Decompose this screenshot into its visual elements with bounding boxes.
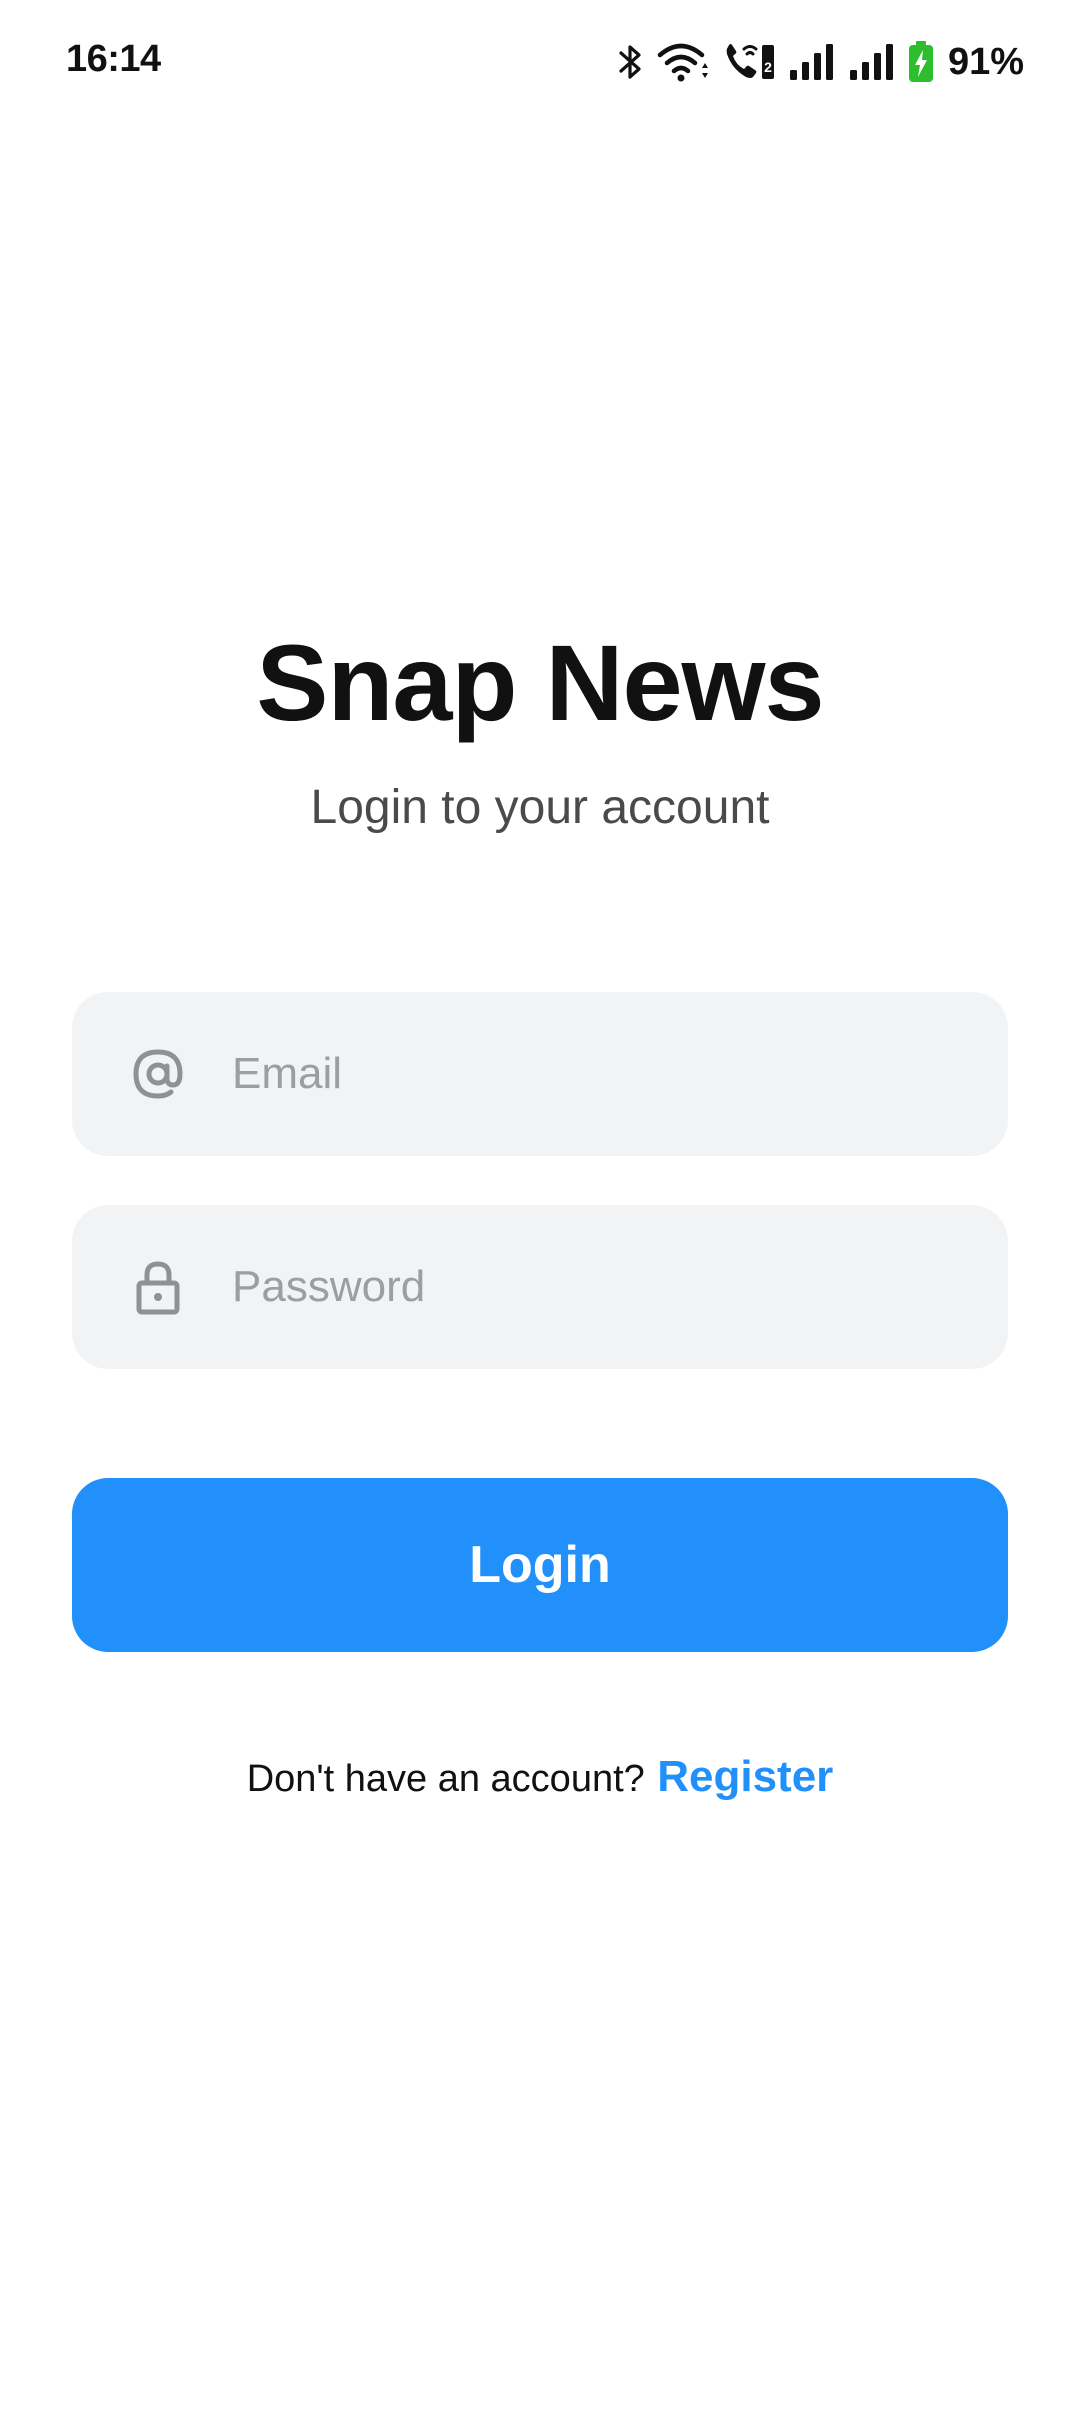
- battery-charging-icon: [908, 41, 934, 83]
- email-field-container[interactable]: [72, 992, 1008, 1156]
- status-bar: 16:14 2 91%: [0, 0, 1080, 120]
- register-link[interactable]: Register: [657, 1752, 833, 1801]
- register-line: Don't have an account? Register: [0, 1752, 1080, 1802]
- lock-icon: [128, 1257, 188, 1317]
- signal-2-icon: [848, 42, 896, 82]
- bluetooth-icon: [618, 42, 644, 82]
- email-input[interactable]: [230, 1048, 994, 1100]
- battery-percent: 91%: [947, 40, 1024, 83]
- at-sign-icon: [128, 1044, 188, 1104]
- app-title: Snap News: [256, 622, 824, 743]
- wifi-icon: [656, 41, 710, 83]
- register-prompt: Don't have an account?: [246, 1758, 645, 1800]
- password-field-container[interactable]: [72, 1205, 1008, 1369]
- status-icons: 2 91%: [618, 38, 1024, 86]
- svg-text:2: 2: [764, 59, 772, 75]
- signal-1-icon: [788, 42, 836, 82]
- status-time: 16:14: [66, 38, 161, 80]
- wifi-calling-icon: 2: [722, 41, 776, 83]
- login-button[interactable]: Login: [72, 1478, 1008, 1652]
- page-subtitle: Login to your account: [310, 781, 770, 834]
- login-screen: 16:14 2 91% Snap News Login to your acco…: [0, 0, 1080, 2412]
- password-input[interactable]: [230, 1261, 994, 1313]
